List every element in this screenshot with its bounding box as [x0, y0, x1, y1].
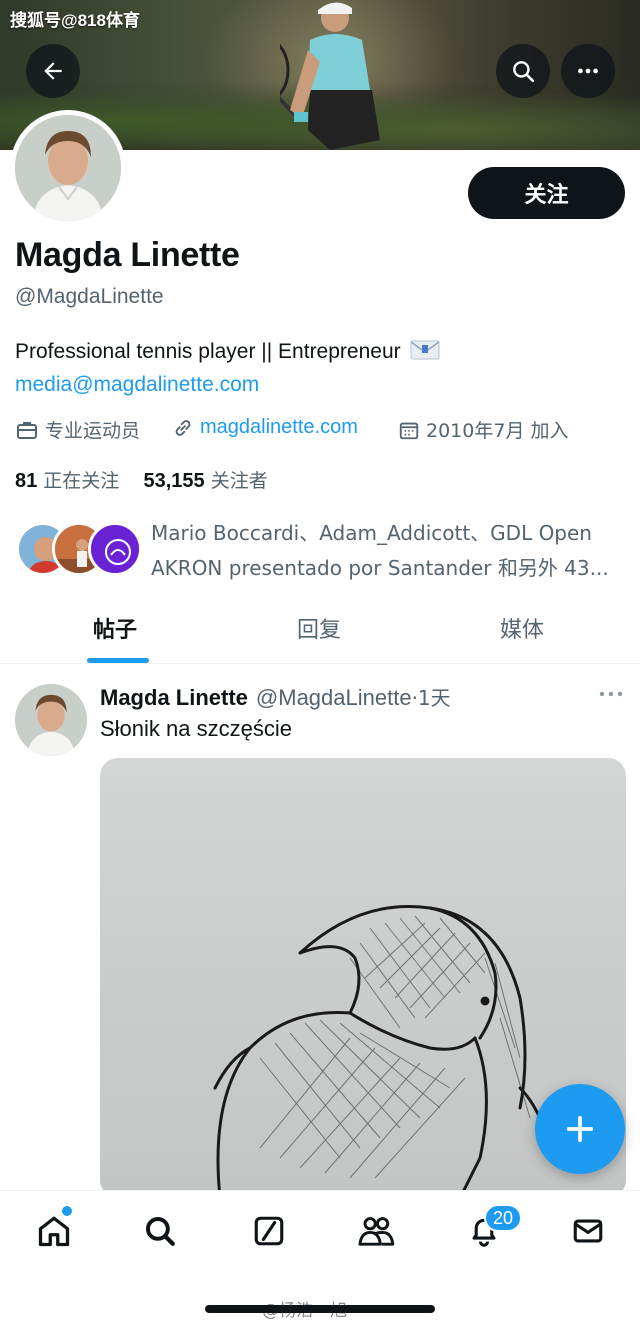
home-indicator[interactable]: [205, 1305, 435, 1313]
home-icon: [38, 1216, 70, 1247]
profile-name: Magda Linette: [15, 236, 240, 274]
compose-icon: [566, 1115, 594, 1143]
profile-bio: Professional tennis player || Entreprene…: [15, 339, 440, 364]
post-time: ·1天: [411, 686, 451, 710]
messages-icon: [573, 1219, 603, 1243]
followers-count: 53,155: [143, 470, 205, 492]
followers-label: 关注者: [210, 470, 268, 492]
profile-website[interactable]: magdalinette.com: [172, 416, 358, 439]
follow-button[interactable]: 关注: [468, 167, 625, 219]
search-icon: [513, 61, 535, 83]
post-author[interactable]: Magda Linette: [100, 685, 248, 711]
explore-icon: [145, 1216, 175, 1246]
post-avatar[interactable]: [15, 684, 87, 756]
website-link[interactable]: magdalinette.com: [200, 416, 358, 439]
tab-media[interactable]: 媒体: [500, 612, 544, 644]
profile-tabs: 帖子 回复 媒体: [0, 596, 640, 664]
active-tab-indicator: [87, 658, 149, 663]
envelope-emoji-icon: [410, 340, 440, 360]
tab-posts[interactable]: 帖子: [93, 612, 137, 644]
nav-grok[interactable]: [249, 1211, 289, 1251]
profile-handle: @MagdaLinette: [15, 285, 164, 308]
category-label: 专业运动员: [45, 420, 141, 442]
more-icon: [599, 691, 623, 697]
following-count: 81: [15, 470, 38, 492]
post-avatar-image: [15, 684, 87, 756]
watermark-top: 搜狐号@818体育: [10, 11, 140, 30]
bio-email-link[interactable]: media@magdalinette.com: [15, 373, 259, 397]
avatar-image: [15, 115, 121, 221]
post-text: Słonik na szczęście: [100, 716, 292, 741]
back-button[interactable]: [26, 44, 80, 98]
home-unread-dot: [62, 1206, 72, 1216]
post-handle[interactable]: @MagdaLinette: [256, 685, 412, 711]
nav-home[interactable]: [34, 1211, 74, 1251]
followers-stat[interactable]: 53,155 关注者: [143, 470, 267, 492]
link-icon: [175, 419, 191, 436]
briefcase-icon: [17, 421, 37, 439]
compose-button[interactable]: [535, 1084, 625, 1174]
post-header: Magda Linette @MagdaLinette ·1天: [100, 682, 451, 711]
bio-text: Professional tennis player || Entreprene…: [15, 340, 401, 363]
more-icon: [578, 68, 598, 74]
communities-icon: [358, 1217, 395, 1246]
banner-player-image: [280, 2, 380, 150]
search-button[interactable]: [496, 44, 550, 98]
post-more-button[interactable]: [598, 686, 624, 707]
calendar-icon: [399, 422, 419, 439]
nav-messages[interactable]: [568, 1211, 608, 1251]
notifications-badge: 20: [484, 1204, 522, 1232]
profile-stats: 81 正在关注 53,155 关注者: [15, 466, 268, 493]
joined-label: 2010年7月 加入: [426, 420, 569, 442]
profile-joined: 2010年7月 加入: [398, 416, 568, 443]
nav-communities[interactable]: [356, 1211, 396, 1251]
following-label: 正在关注: [43, 470, 120, 492]
followed-by-text[interactable]: Mario Boccardi、Adam_Addicott、GDL Open AK…: [151, 516, 611, 586]
nav-explore[interactable]: [140, 1211, 180, 1251]
back-arrow-icon: [44, 62, 62, 80]
follower-avatar: [88, 522, 142, 576]
profile-avatar[interactable]: [10, 110, 126, 226]
profile-category: 专业运动员: [15, 416, 140, 443]
tab-replies[interactable]: 回复: [297, 612, 341, 644]
grok-icon: [254, 1216, 284, 1246]
more-button[interactable]: [561, 44, 615, 98]
followed-by-avatars[interactable]: [16, 522, 142, 578]
following-stat[interactable]: 81 正在关注: [15, 470, 119, 492]
